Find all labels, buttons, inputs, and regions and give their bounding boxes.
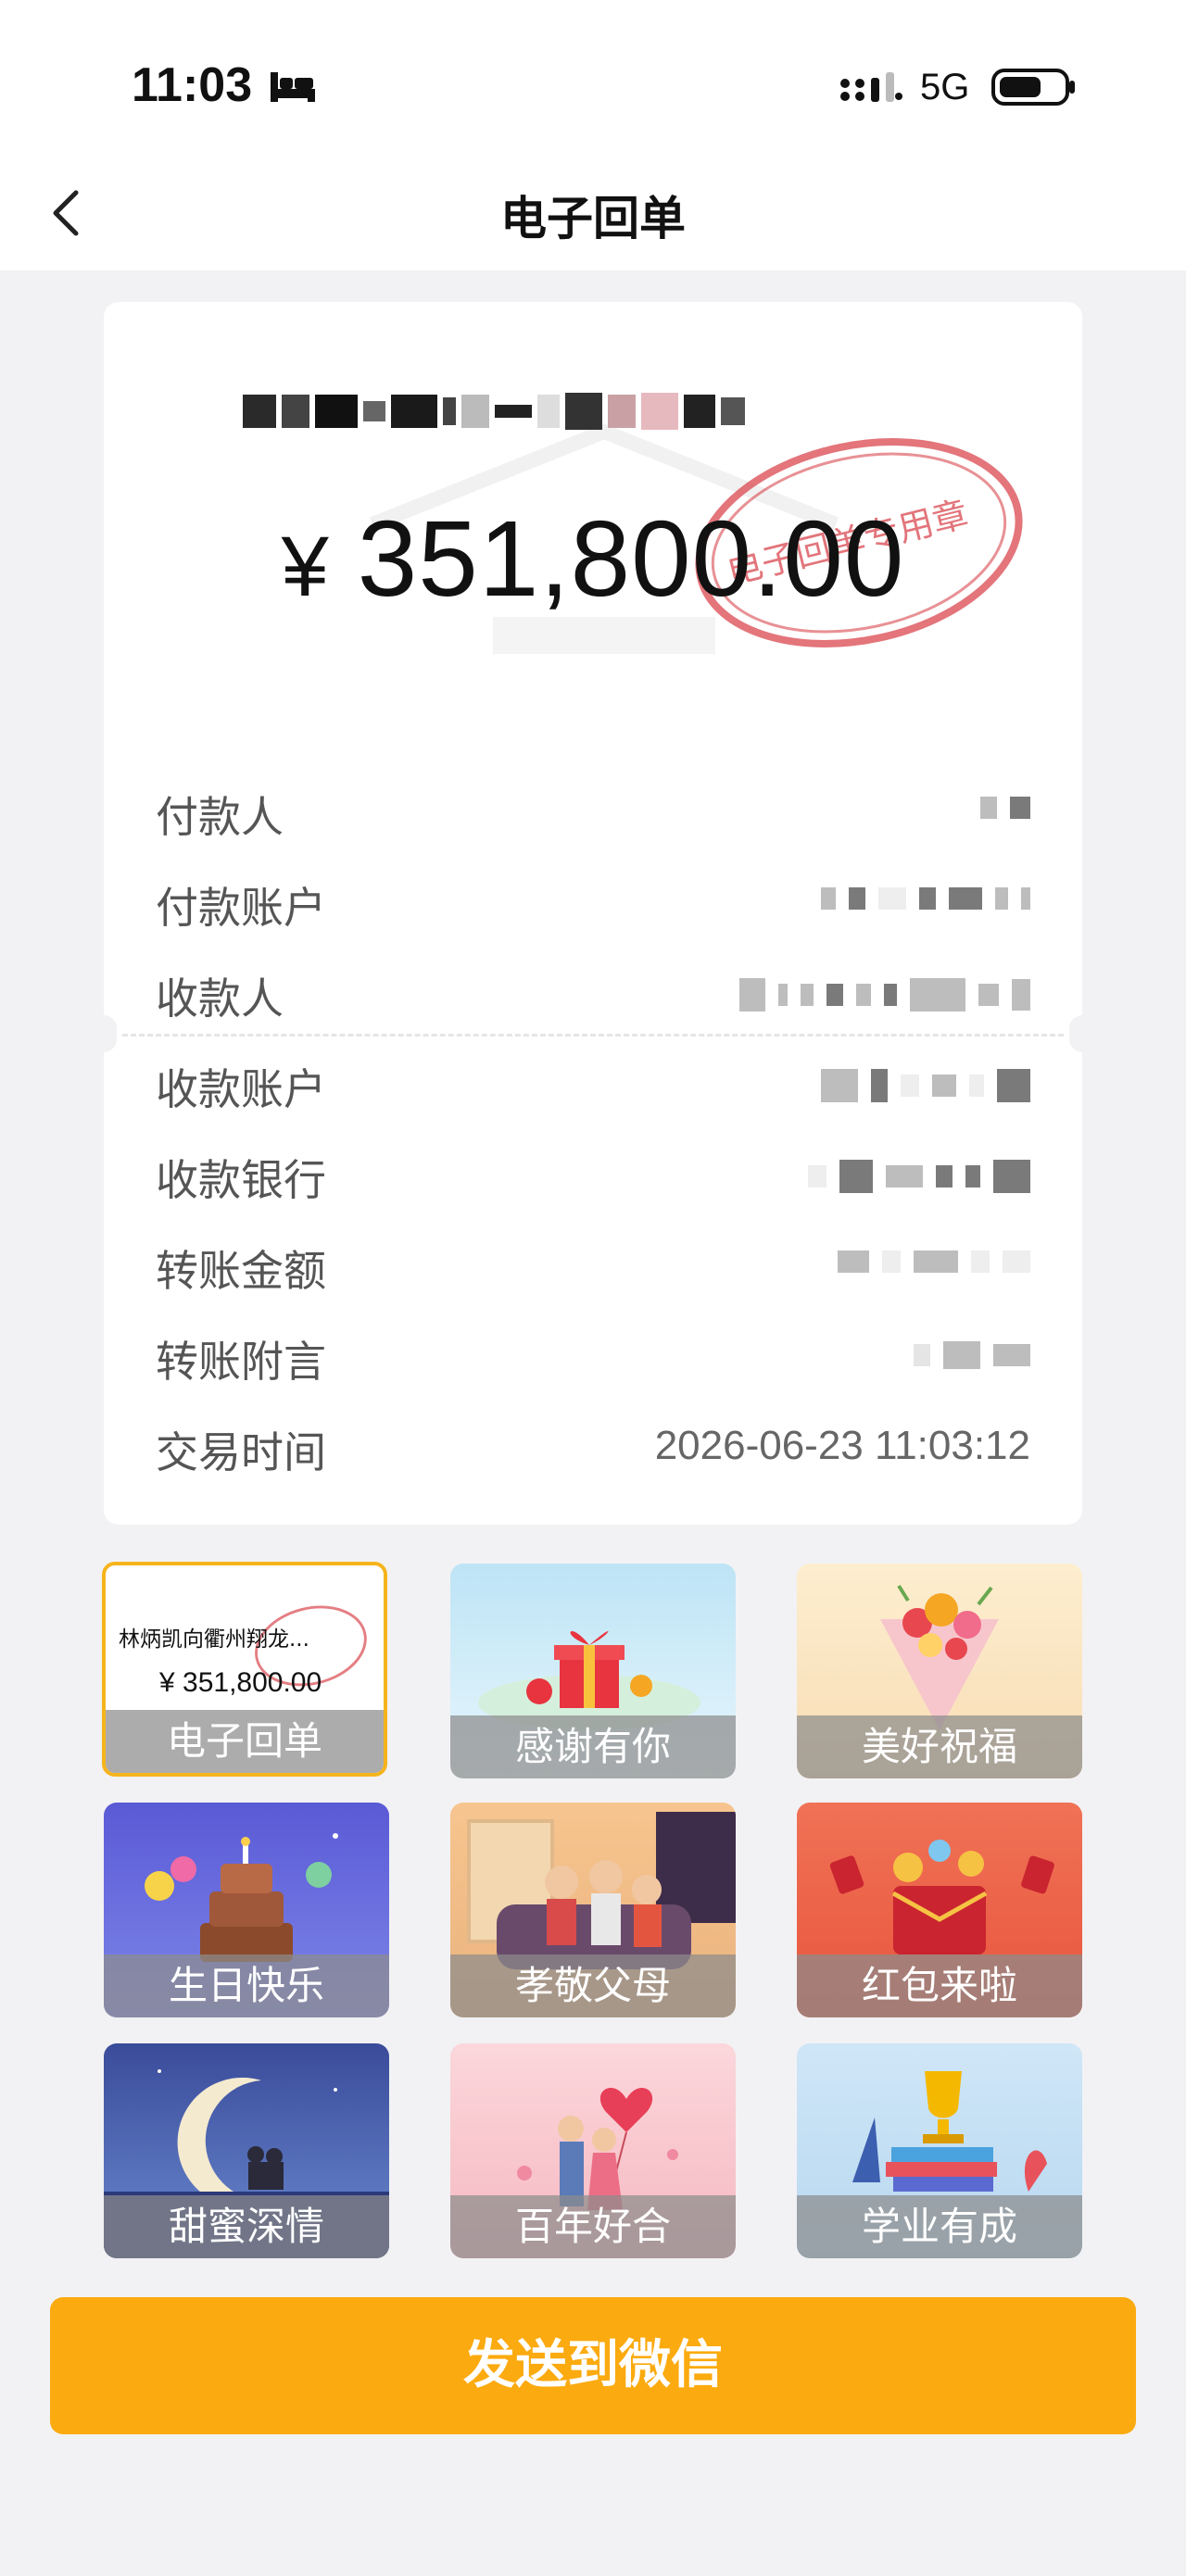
template-sweet[interactable]: 甜蜜深情 (104, 2043, 389, 2258)
masked-value (980, 797, 1030, 819)
preview-amount: ¥ 351,800.00 (159, 1667, 322, 1698)
template-label: 甜蜜深情 (104, 2195, 389, 2258)
template-birthday[interactable]: 生日快乐 (104, 1803, 389, 2017)
network-label: 5G (920, 67, 970, 107)
ticket-notch-left (91, 1015, 117, 1052)
amount-display: ¥351,800.00 (104, 496, 1082, 621)
nav-bar: 电子回单 (0, 157, 1186, 270)
template-wedding[interactable]: 百年好合 (450, 2043, 736, 2258)
field-transfer-amount: 转账金额 (156, 1238, 1030, 1296)
template-parents[interactable]: 孝敬父母 (450, 1803, 736, 2017)
template-blessing[interactable]: 美好祝福 (797, 1564, 1082, 1778)
masked-value (808, 1160, 1030, 1193)
field-payee-account: 收款账户 (156, 1056, 1030, 1114)
template-receipt[interactable]: 林炳凯向衢州翔龙... ¥ 351,800.00 电子回单 (102, 1562, 387, 1777)
transaction-time-value: 2026-06-23 11:03:12 (654, 1423, 1030, 1468)
field-payer: 付款人 (156, 784, 1030, 842)
send-to-wechat-button[interactable]: 发送到微信 (50, 2297, 1136, 2434)
masked-value (914, 1341, 1030, 1369)
template-label: 美好祝福 (797, 1715, 1082, 1778)
page-title: 电子回单 (500, 192, 686, 245)
template-label: 电子回单 (106, 1710, 384, 1773)
template-label: 生日快乐 (104, 1954, 389, 2017)
preview-name: 林炳凯向衢州翔龙... (119, 1627, 309, 1652)
bed-icon (271, 72, 315, 102)
masked-value (739, 978, 1030, 1012)
template-academic[interactable]: 学业有成 (797, 2043, 1082, 2258)
masked-value (838, 1250, 1030, 1273)
template-label: 红包来啦 (797, 1954, 1082, 2017)
field-payee-bank: 收款银行 (156, 1147, 1030, 1205)
template-label: 感谢有你 (450, 1715, 736, 1778)
battery-icon (991, 69, 1075, 106)
dashed-divider (122, 1034, 1064, 1037)
field-payee: 收款人 (156, 965, 1030, 1024)
field-transfer-note: 转账附言 (156, 1328, 1030, 1387)
currency-symbol: ¥ (281, 520, 330, 614)
template-label: 孝敬父母 (450, 1954, 736, 2017)
status-time: 11:03 (132, 58, 253, 112)
field-transaction-time: 交易时间 2026-06-23 11:03:12 (156, 1423, 1030, 1477)
masked-value (821, 1069, 1030, 1102)
template-red-packet[interactable]: 红包来啦 (797, 1803, 1082, 2017)
status-bar: 11:03 5G (0, 0, 1186, 157)
signal-icon (840, 72, 902, 102)
amount-value: 351,800.00 (357, 498, 905, 619)
receipt-card: 电子回单专用章 ¥351,800.00 付款人 付款账户 收款人 收款账户 收款… (91, 302, 1095, 1525)
template-thanks[interactable]: 感谢有你 (450, 1564, 736, 1778)
template-label: 学业有成 (797, 2195, 1082, 2258)
field-payer-account: 付款账户 (156, 874, 1030, 933)
masked-value (821, 887, 1030, 910)
template-label: 百年好合 (450, 2195, 736, 2258)
ticket-notch-right (1069, 1015, 1095, 1052)
